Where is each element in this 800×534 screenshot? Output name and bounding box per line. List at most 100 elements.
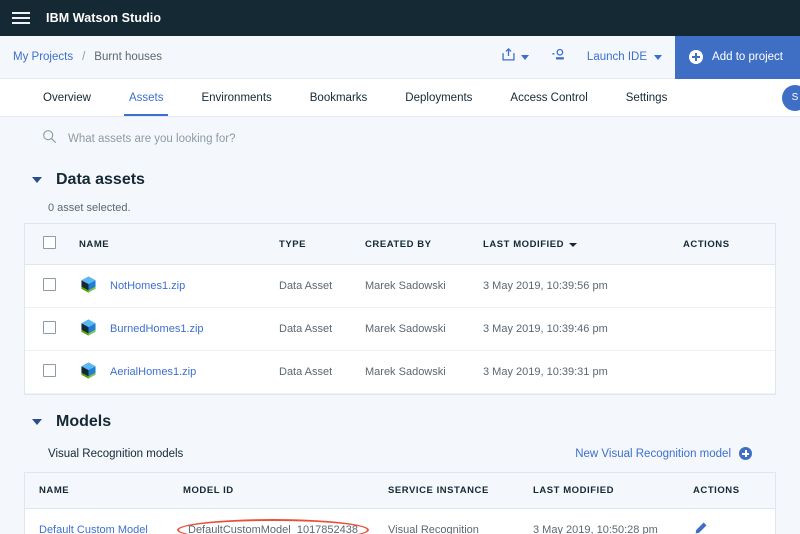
plus-icon bbox=[689, 50, 704, 64]
tab-bookmarks[interactable]: Bookmarks bbox=[291, 79, 387, 116]
models-title: Models bbox=[56, 413, 112, 430]
breadcrumb: My Projects / Burnt houses bbox=[0, 51, 162, 63]
chevron-down-icon[interactable] bbox=[32, 419, 42, 425]
avatar[interactable]: S bbox=[782, 84, 800, 111]
asset-last-modified-cell: 3 May 2019, 10:39:56 pm bbox=[475, 264, 675, 308]
launch-ide-label: Launch IDE bbox=[586, 51, 648, 63]
tab-label: Assets bbox=[128, 91, 164, 104]
add-to-project-button[interactable]: Add to project bbox=[675, 35, 800, 79]
column-header-created-by[interactable]: CREATED BY bbox=[357, 224, 475, 265]
tab-access-control[interactable]: Access Control bbox=[491, 79, 606, 116]
models-table-container: NAME MODEL ID SERVICE INSTANCE LAST MODI… bbox=[24, 472, 776, 534]
data-asset-cube-icon bbox=[79, 275, 98, 297]
data-assets-title: Data assets bbox=[56, 171, 145, 188]
asset-name-link[interactable]: AerialHomes1.zip bbox=[110, 366, 196, 378]
sort-descending-icon bbox=[569, 242, 578, 247]
asset-last-modified-cell: 3 May 2019, 10:39:31 pm bbox=[475, 350, 675, 394]
collaborators-button[interactable] bbox=[540, 36, 578, 78]
model-service-instance-cell: Visual Recognition bbox=[380, 508, 525, 534]
tab-label: Overview bbox=[43, 91, 91, 104]
new-model-label: New Visual Recognition model bbox=[575, 447, 731, 460]
asset-last-modified-cell: 3 May 2019, 10:39:46 pm bbox=[475, 307, 675, 351]
share-menu-button[interactable] bbox=[490, 36, 540, 78]
select-all-header bbox=[25, 224, 71, 265]
app-root: IBM Watson Studio My Projects / Burnt ho… bbox=[0, 0, 800, 534]
tab-overview[interactable]: Overview bbox=[24, 79, 110, 116]
asset-name-cell: BurnedHomes1.zip bbox=[71, 307, 271, 351]
table-row[interactable]: AerialHomes1.zip Data Asset Marek Sadows… bbox=[25, 350, 775, 394]
new-visual-recognition-model-button[interactable]: New Visual Recognition model bbox=[575, 447, 768, 460]
column-header-service-instance[interactable]: SERVICE INSTANCE bbox=[380, 473, 525, 509]
model-last-modified-cell: 3 May 2019, 10:50:28 pm bbox=[525, 508, 685, 534]
tab-environments[interactable]: Environments bbox=[182, 79, 290, 116]
model-id-annotation-ellipse: DefaultCustomModel_1017852438 bbox=[177, 519, 370, 534]
search-input[interactable] bbox=[68, 133, 468, 145]
visual-recognition-models-label: Visual Recognition models bbox=[48, 447, 184, 460]
launch-ide-button[interactable]: Launch IDE bbox=[578, 36, 675, 78]
tab-label: Bookmarks bbox=[309, 91, 368, 104]
user-add-icon bbox=[551, 47, 567, 67]
column-header-name[interactable]: NAME bbox=[71, 224, 271, 265]
table-header-row: NAME MODEL ID SERVICE INSTANCE LAST MODI… bbox=[25, 473, 775, 509]
column-header-model-last-modified[interactable]: LAST MODIFIED bbox=[525, 473, 685, 509]
breadcrumb-my-projects[interactable]: My Projects bbox=[13, 51, 73, 63]
row-checkbox[interactable] bbox=[43, 278, 56, 291]
edit-pencil-icon[interactable] bbox=[693, 522, 708, 534]
header-actions: Launch IDE Add to project bbox=[490, 35, 800, 79]
tab-label: Deployments bbox=[405, 91, 473, 104]
model-actions-cell bbox=[685, 508, 775, 534]
chevron-down-icon bbox=[520, 54, 529, 60]
table-row[interactable]: NotHomes1.zip Data Asset Marek Sadowski … bbox=[25, 264, 775, 308]
project-tabs: Overview Assets Environments Bookmarks D… bbox=[0, 79, 800, 117]
data-asset-cube-icon bbox=[79, 361, 98, 383]
assets-selected-note: 0 asset selected. bbox=[48, 202, 131, 214]
app-brand-title: IBM Watson Studio bbox=[46, 11, 162, 25]
breadcrumb-separator: / bbox=[82, 51, 86, 63]
model-id-cell: DefaultCustomModel_1017852438 bbox=[175, 508, 380, 534]
asset-actions-cell bbox=[675, 264, 775, 308]
data-assets-section-header: Data assets bbox=[24, 161, 776, 195]
tab-settings[interactable]: Settings bbox=[607, 79, 687, 116]
asset-search-row bbox=[24, 117, 776, 161]
asset-name-cell: NotHomes1.zip bbox=[71, 264, 271, 308]
data-assets-table: NAME TYPE CREATED BY LAST MODIFIED ACTIO… bbox=[25, 224, 775, 394]
table-row[interactable]: Default Custom Model DefaultCustomModel_… bbox=[25, 508, 775, 534]
model-name-cell: Default Custom Model bbox=[25, 508, 175, 534]
column-label: LAST MODIFIED bbox=[483, 238, 565, 250]
export-share-icon bbox=[501, 47, 516, 67]
select-all-checkbox[interactable] bbox=[43, 236, 56, 249]
asset-created-by-cell: Marek Sadowski bbox=[357, 350, 475, 394]
plus-icon bbox=[739, 447, 752, 460]
asset-type-cell: Data Asset bbox=[271, 307, 357, 351]
asset-name-link[interactable]: NotHomes1.zip bbox=[110, 280, 185, 292]
column-header-last-modified[interactable]: LAST MODIFIED bbox=[475, 224, 675, 265]
visual-recognition-models-row: Visual Recognition models New Visual Rec… bbox=[24, 437, 776, 472]
chevron-down-icon[interactable] bbox=[32, 177, 42, 183]
table-header-row: NAME TYPE CREATED BY LAST MODIFIED ACTIO… bbox=[25, 224, 775, 265]
column-header-model-id[interactable]: MODEL ID bbox=[175, 473, 380, 509]
asset-type-cell: Data Asset bbox=[271, 350, 357, 394]
model-name-link[interactable]: Default Custom Model bbox=[39, 524, 148, 534]
main-content: Data assets 0 asset selected. NAME TYPE … bbox=[0, 117, 800, 534]
tab-assets[interactable]: Assets bbox=[110, 79, 183, 116]
column-header-model-name[interactable]: NAME bbox=[25, 473, 175, 509]
asset-name-link[interactable]: BurnedHomes1.zip bbox=[110, 323, 204, 335]
model-id-value: DefaultCustomModel_1017852438 bbox=[188, 524, 359, 534]
asset-name-cell: AerialHomes1.zip bbox=[71, 350, 271, 394]
hamburger-icon[interactable] bbox=[10, 8, 32, 28]
asset-actions-cell bbox=[675, 307, 775, 351]
add-to-project-label: Add to project bbox=[712, 51, 783, 63]
tab-deployments[interactable]: Deployments bbox=[386, 79, 491, 116]
data-assets-table-container: NAME TYPE CREATED BY LAST MODIFIED ACTIO… bbox=[24, 223, 776, 395]
tab-label: Environments bbox=[201, 91, 272, 104]
asset-actions-cell bbox=[675, 350, 775, 394]
row-checkbox[interactable] bbox=[43, 364, 56, 377]
column-header-type[interactable]: TYPE bbox=[271, 224, 357, 265]
row-checkbox[interactable] bbox=[43, 321, 56, 334]
chevron-down-icon bbox=[654, 54, 663, 60]
search-icon bbox=[42, 129, 57, 149]
avatar-initial: S bbox=[791, 92, 799, 103]
table-row[interactable]: BurnedHomes1.zip Data Asset Marek Sadows… bbox=[25, 307, 775, 351]
row-select-cell bbox=[25, 264, 71, 308]
asset-type-cell: Data Asset bbox=[271, 264, 357, 308]
